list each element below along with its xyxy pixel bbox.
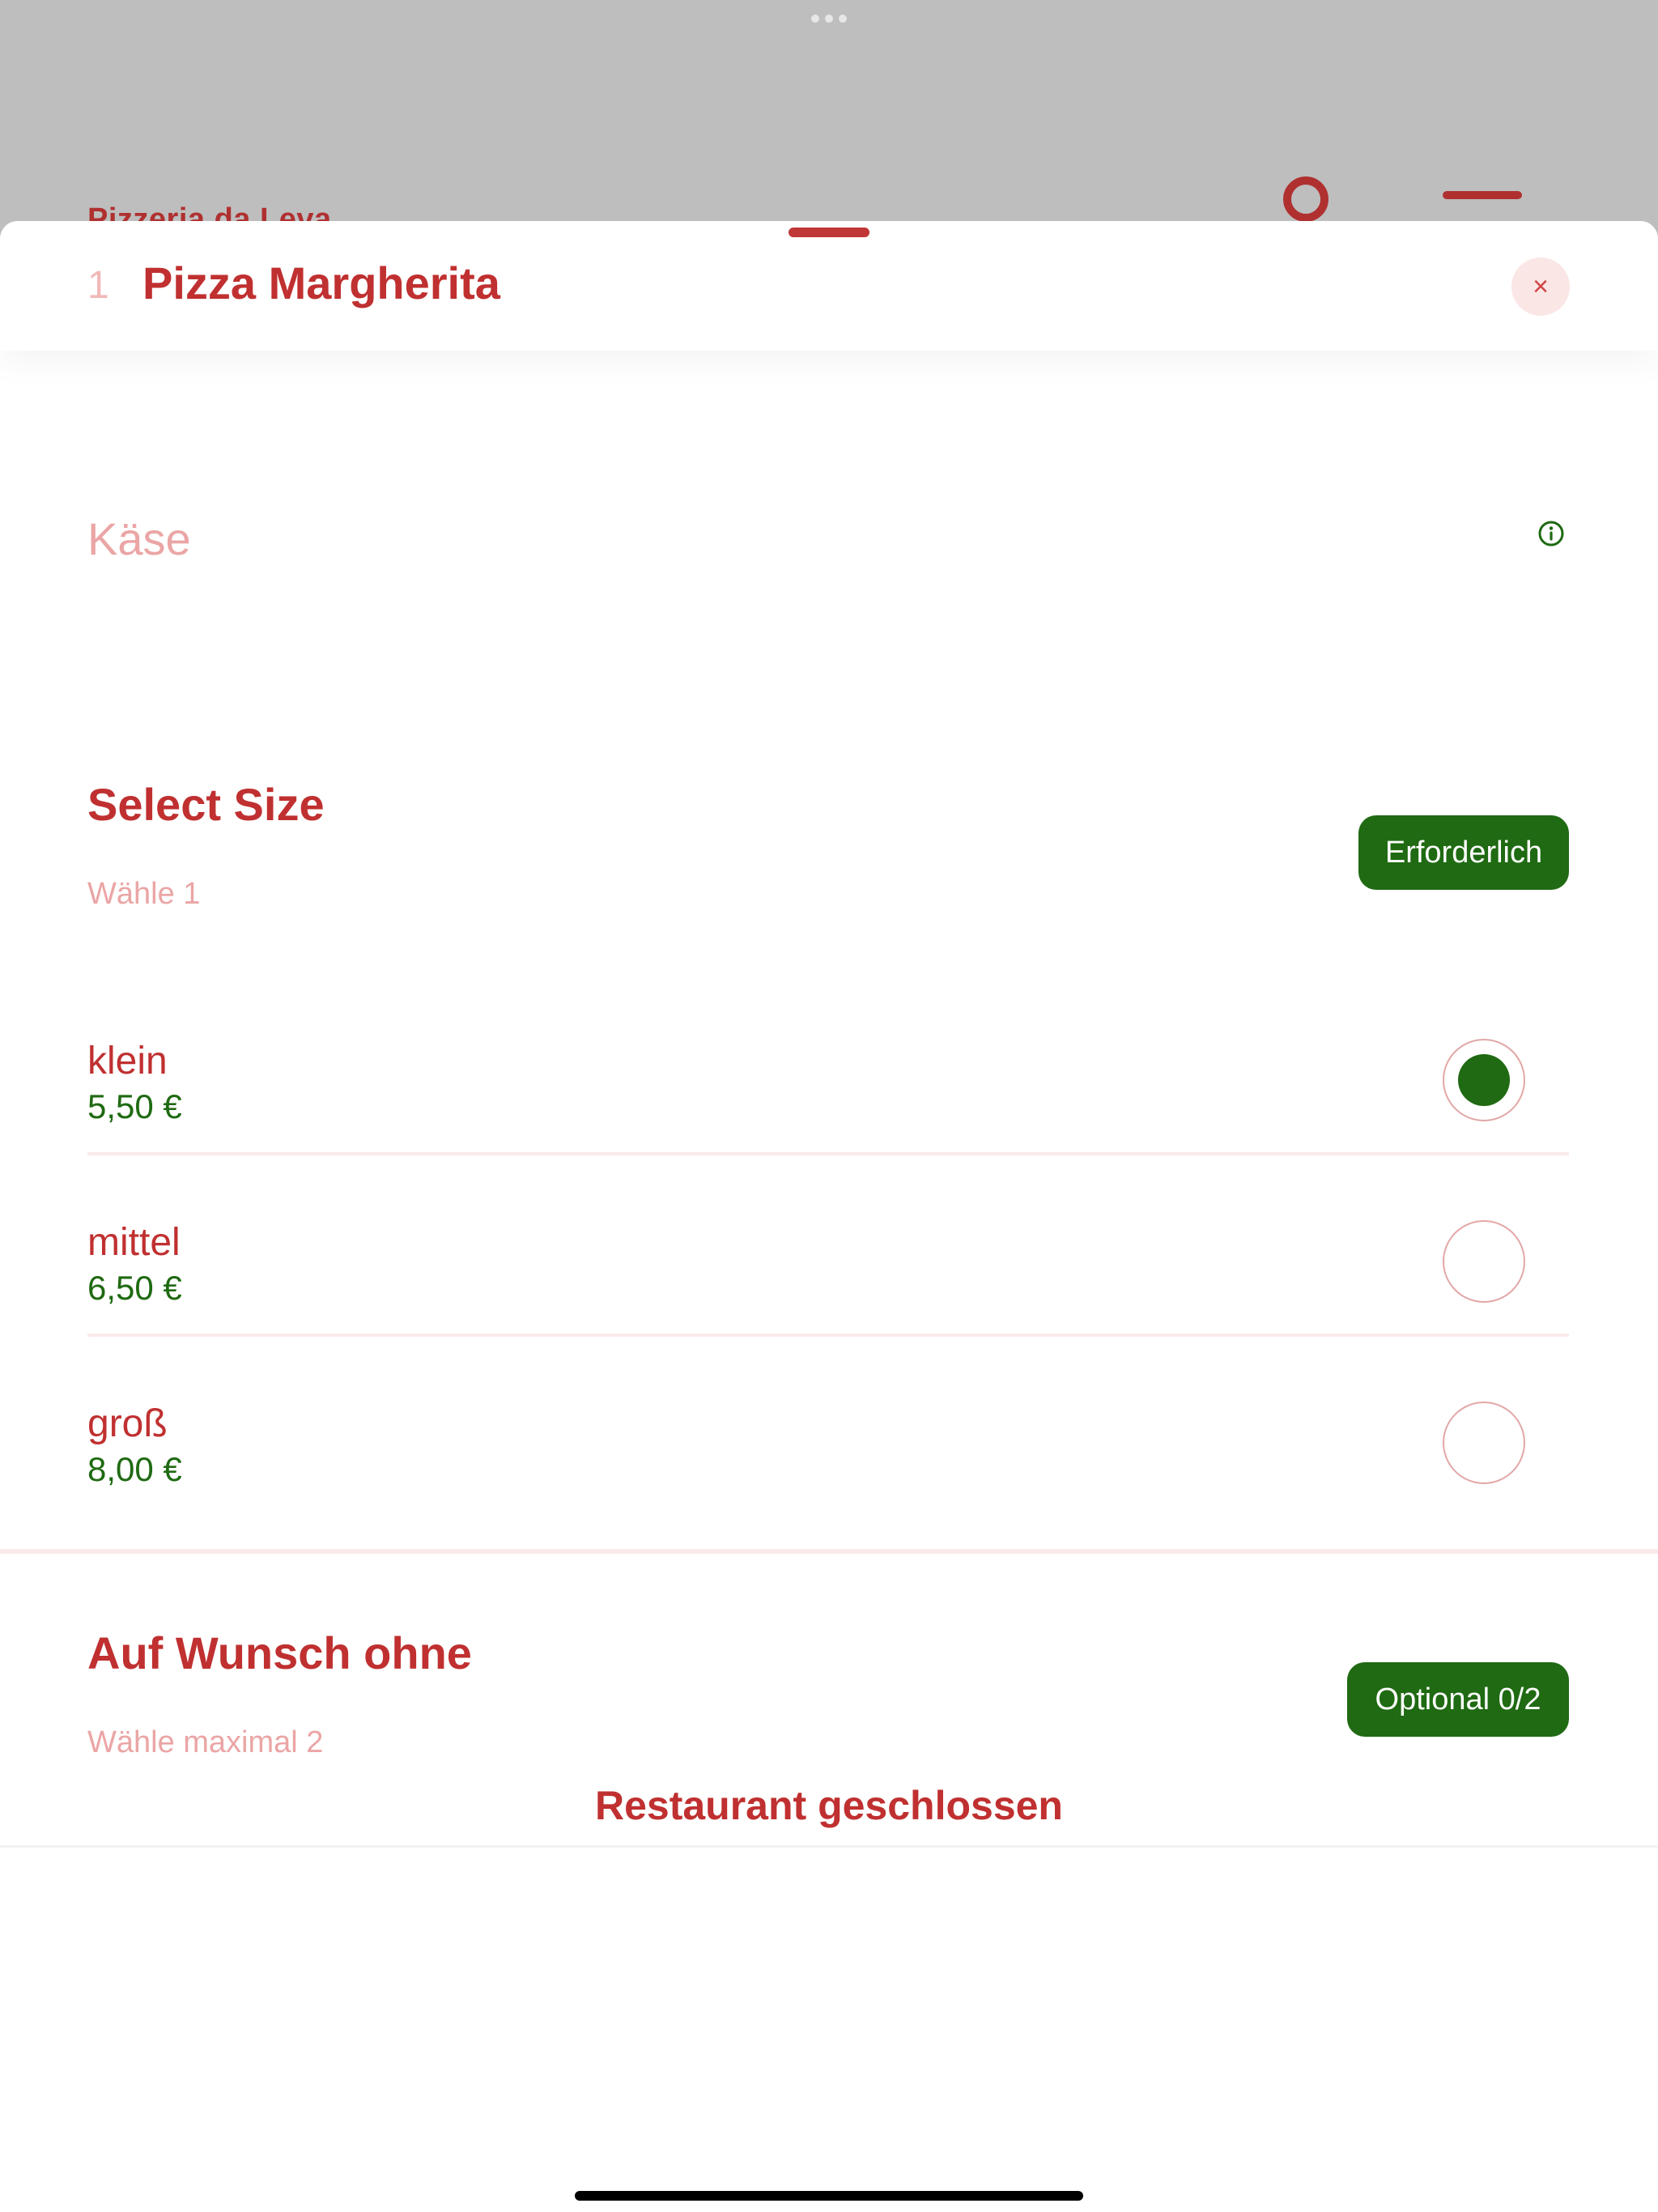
section-divider (0, 1845, 1658, 1848)
background-page: Pizzeria da Leva (0, 0, 1658, 243)
size-radio-klein[interactable] (1443, 1039, 1525, 1121)
size-option-mittel[interactable]: mittel 6,50 € (87, 1188, 1569, 1369)
required-badge: Erforderlich (1358, 815, 1569, 890)
option-price: 5,50 € (87, 1087, 182, 1125)
size-option-gross[interactable]: groß 8,00 € (87, 1369, 1569, 1551)
sheet-header: 1 Pizza Margherita × (0, 221, 1658, 351)
option-name: mittel (87, 1221, 181, 1264)
home-indicator[interactable] (575, 2191, 1083, 2201)
option-name: klein (87, 1040, 168, 1083)
size-section-subtitle: Wähle 1 (87, 877, 201, 911)
sheet-grabber-handle[interactable] (789, 228, 869, 237)
optional-badge: Optional 0/2 (1347, 1662, 1569, 1737)
close-icon: × (1533, 271, 1549, 302)
option-name: groß (87, 1402, 168, 1445)
info-icon[interactable] (1537, 520, 1565, 547)
size-radio-gross[interactable] (1443, 1402, 1525, 1484)
menu-icon (1443, 191, 1522, 199)
size-section-title: Select Size (87, 779, 325, 830)
item-title: Pizza Margherita (142, 257, 500, 308)
option-price: 8,00 € (87, 1450, 182, 1488)
item-number: 1 (87, 264, 109, 307)
multitasking-dots-icon[interactable] (811, 15, 847, 23)
item-detail-sheet: 1 Pizza Margherita × Käse Select Size Wä… (0, 221, 1658, 2212)
size-option-klein[interactable]: klein 5,50 € (87, 1006, 1569, 1188)
restaurant-status: Restaurant geschlossen (595, 1783, 1063, 1828)
section-divider (0, 1549, 1658, 1554)
close-button[interactable]: × (1511, 257, 1570, 316)
size-radio-mittel[interactable] (1443, 1220, 1525, 1303)
item-description: Käse (87, 513, 191, 564)
option-divider (87, 1152, 1569, 1155)
extras-section-title[interactable]: Auf Wunsch ohne (87, 1627, 472, 1679)
option-price: 6,50 € (87, 1269, 182, 1307)
account-icon (1283, 177, 1329, 222)
option-divider (87, 1334, 1569, 1337)
extras-section-subtitle: Wähle maximal 2 (87, 1725, 324, 1759)
